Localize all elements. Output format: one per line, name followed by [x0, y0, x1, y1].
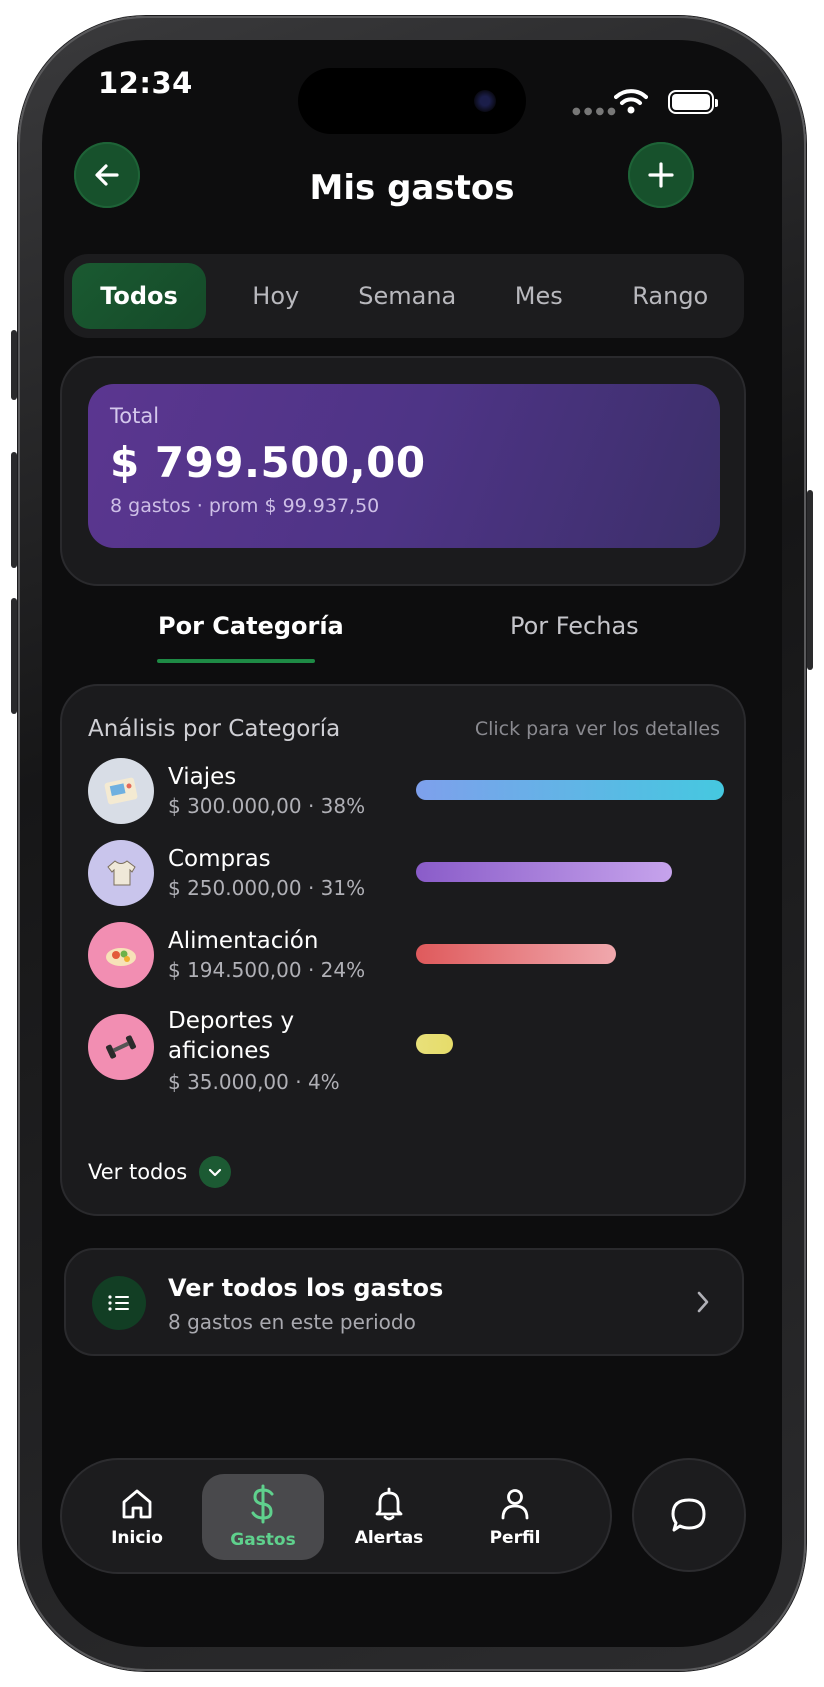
- nav-gastos[interactable]: Gastos: [202, 1474, 324, 1560]
- add-expense-button[interactable]: [628, 142, 694, 208]
- active-tab-indicator: [157, 659, 315, 663]
- chevron-down-icon: [199, 1156, 232, 1188]
- bell-icon: [375, 1487, 403, 1521]
- dollar-icon: [251, 1484, 274, 1524]
- back-button[interactable]: [74, 142, 140, 208]
- tab-hoy[interactable]: Hoy: [210, 263, 342, 329]
- category-row-deportes[interactable]: Deportes y aficiones $ 35.000,00 · 4%: [88, 1004, 728, 1114]
- category-bar: [416, 862, 672, 882]
- all-expenses-title: Ver todos los gastos: [168, 1274, 444, 1302]
- category-bar: [416, 1034, 453, 1054]
- nav-inicio[interactable]: Inicio: [76, 1474, 198, 1560]
- list-icon: [92, 1276, 146, 1330]
- nav-label: Inicio: [111, 1528, 163, 1548]
- nav-label: Alertas: [354, 1528, 424, 1548]
- tab-mes[interactable]: Mes: [473, 263, 605, 329]
- total-subtitle: 8 gastos · prom $ 99.937,50: [110, 495, 380, 517]
- tab-semana[interactable]: Semana: [342, 263, 474, 329]
- see-all-categories-button[interactable]: Ver todos: [88, 1156, 232, 1188]
- tab-todos[interactable]: Todos: [72, 263, 206, 329]
- battery-icon: [668, 90, 718, 114]
- volume-up-button: [11, 452, 17, 568]
- category-name: Viajes: [168, 764, 237, 790]
- tab-por-fechas[interactable]: Por Fechas: [510, 612, 639, 640]
- dynamic-island: [298, 68, 526, 134]
- nav-label: Gastos: [230, 1530, 296, 1550]
- total-value: $ 799.500,00: [110, 438, 426, 487]
- nav-alertas[interactable]: Alertas: [328, 1474, 450, 1560]
- travel-photo-icon: [88, 758, 154, 824]
- category-bar-track: [416, 780, 724, 800]
- category-detail: $ 250.000,00 · 31%: [168, 876, 366, 900]
- wifi-icon: [614, 89, 648, 114]
- category-name: Alimentación: [168, 928, 319, 954]
- power-button: [807, 490, 813, 670]
- category-row-compras[interactable]: Compras $ 250.000,00 · 31%: [88, 840, 728, 910]
- tab-rango[interactable]: Rango: [605, 263, 737, 329]
- total-label: Total: [110, 404, 160, 428]
- camera-icon: [474, 90, 496, 112]
- shirt-icon: [88, 840, 154, 906]
- arrow-left-icon: [95, 164, 119, 186]
- category-bar-track: [416, 862, 724, 882]
- category-detail: $ 194.500,00 · 24%: [168, 958, 366, 982]
- status-time: 12:34: [98, 66, 193, 100]
- category-bar: [416, 780, 724, 800]
- chat-bubble-icon: [671, 1498, 706, 1532]
- analysis-title: Análisis por Categoría: [88, 716, 341, 742]
- user-icon: [501, 1489, 529, 1520]
- category-row-viajes[interactable]: Viajes $ 300.000,00 · 38%: [88, 758, 728, 828]
- category-analysis-card: Análisis por Categoría Click para ver lo…: [60, 684, 746, 1216]
- category-name: Compras: [168, 846, 271, 872]
- nav-perfil[interactable]: Perfil: [454, 1474, 576, 1560]
- total-card: Total $ 799.500,00 8 gastos · prom $ 99.…: [88, 384, 720, 548]
- nav-label: Perfil: [489, 1528, 541, 1548]
- bottom-nav: Inicio Gastos Alertas Perfil: [60, 1458, 612, 1574]
- chat-button[interactable]: [632, 1458, 746, 1572]
- page-title: Mis gastos: [309, 168, 515, 208]
- chevron-right-icon: [694, 1288, 712, 1320]
- plus-icon: [648, 162, 674, 188]
- volume-down-button: [11, 598, 17, 714]
- tab-por-categoria[interactable]: Por Categoría: [158, 612, 344, 640]
- home-icon: [122, 1489, 152, 1519]
- category-name: Deportes y aficiones: [168, 1008, 295, 1064]
- category-bar: [416, 944, 617, 964]
- total-section: Total $ 799.500,00 8 gastos · prom $ 99.…: [60, 356, 746, 586]
- food-bowl-icon: [88, 922, 154, 988]
- see-all-label: Ver todos: [88, 1160, 188, 1184]
- category-bar-track: [416, 1034, 724, 1054]
- category-bar-track: [416, 944, 724, 964]
- status-icons: ●●●●: [572, 88, 722, 117]
- dumbbell-icon: [88, 1014, 154, 1080]
- period-filter: Todos Hoy Semana Mes Rango: [64, 254, 744, 338]
- all-expenses-card[interactable]: Ver todos los gastos 8 gastos en este pe…: [64, 1248, 744, 1356]
- category-row-alimentacion[interactable]: Alimentación $ 194.500,00 · 24%: [88, 922, 728, 992]
- all-expenses-subtitle: 8 gastos en este periodo: [168, 1310, 416, 1334]
- analysis-hint: Click para ver los detalles: [474, 718, 720, 740]
- action-button: [11, 330, 17, 400]
- category-detail: $ 300.000,00 · 38%: [168, 794, 366, 818]
- signal-icon: ●●●●: [572, 106, 619, 117]
- category-detail: $ 35.000,00 · 4%: [168, 1070, 340, 1094]
